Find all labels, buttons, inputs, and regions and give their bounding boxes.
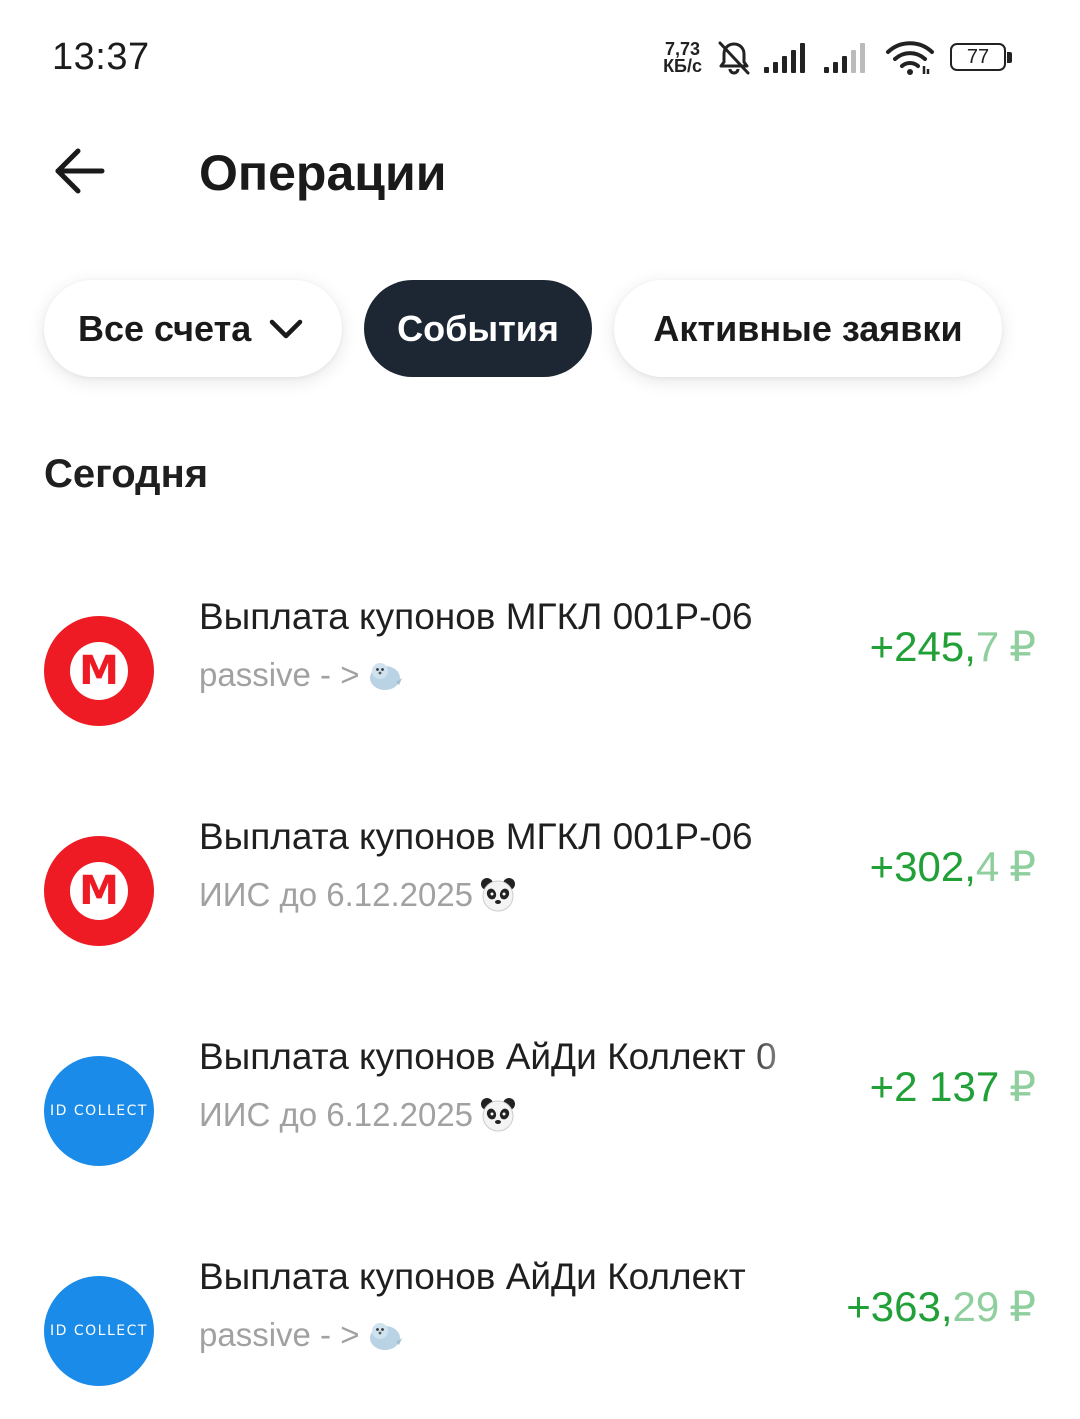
network-speed: 7,73 КБ/с (663, 40, 702, 76)
section-heading-today: Сегодня (44, 452, 209, 496)
operation-row[interactable]: М Выплата купонов МГКЛ 001Р-06 passive -… (0, 596, 1080, 756)
active-orders-filter-chip[interactable]: Активные заявки (614, 280, 1002, 377)
panda-icon (479, 876, 517, 914)
operation-amount: +302,4 ₽ (870, 842, 1036, 891)
operation-title: Выплата купонов АйДи Коллект 0 (199, 1036, 777, 1077)
battery-cap (1007, 52, 1012, 63)
operation-account: ИИС до 6.12.2025 (199, 876, 474, 913)
operation-amount: +363,29 ₽ (846, 1282, 1036, 1331)
accounts-filter-label: Все счета (78, 307, 252, 349)
operation-account: passive - > (199, 656, 360, 693)
active-orders-filter-label: Активные заявки (653, 307, 963, 349)
seal-icon (366, 1316, 404, 1354)
battery-icon: 77 (950, 43, 1012, 73)
filter-chips: Все счета События Активные заявки (44, 280, 1002, 377)
operation-row[interactable]: М Выплата купонов МГКЛ 001Р-06 ИИС до 6.… (0, 816, 1080, 976)
amount-integer: +2 137 (869, 1063, 1000, 1110)
panda-icon (479, 1096, 517, 1134)
status-time: 13:37 (52, 36, 150, 78)
operation-subtitle: ИИС до 6.12.2025 (199, 876, 517, 914)
operation-amount: +2 137 ₽ (870, 1062, 1036, 1111)
amount-integer: +363, (846, 1283, 953, 1330)
status-bar: 13:37 7,73 КБ/с 77 (0, 0, 1080, 118)
operation-title: Выплата купонов АйДи Коллект (199, 1256, 746, 1297)
amount-integer: +302, (869, 843, 976, 890)
operation-subtitle: ИИС до 6.12.2025 (199, 1096, 517, 1134)
signal-icon (764, 41, 814, 75)
arrow-left-icon (52, 147, 106, 200)
operation-row[interactable]: ID COLLECT Выплата купонов АйДи Коллект … (0, 1036, 1080, 1196)
operation-title: Выплата купонов МГКЛ 001Р-06 (199, 816, 753, 857)
amount-currency: ₽ (1009, 843, 1036, 890)
mgkl-logo: М (44, 836, 154, 946)
amount-currency: ₽ (1009, 623, 1036, 670)
idcollect-logo-text: ID COLLECT (50, 1103, 148, 1119)
network-speed-unit: КБ/с (663, 56, 702, 76)
events-filter-label: События (397, 307, 559, 349)
mgkl-logo-mark: М (70, 862, 128, 920)
operation-subtitle: passive - > (199, 1316, 404, 1354)
operation-amount: +245,7 ₽ (870, 622, 1036, 671)
operation-subtitle: passive - > (199, 656, 404, 694)
chevron-down-icon (269, 308, 303, 350)
operation-title: Выплата купонов МГКЛ 001Р-06 (199, 596, 753, 637)
status-icons: 7,73 КБ/с 77 (663, 36, 1012, 80)
page-title: Операции (199, 145, 447, 201)
amount-currency: ₽ (1009, 1283, 1036, 1330)
amount-currency: ₽ (1009, 1063, 1036, 1110)
wifi-icon (884, 40, 936, 76)
mgkl-logo-mark: М (70, 642, 128, 700)
operation-account: passive - > (199, 1316, 360, 1353)
seal-icon (366, 656, 404, 694)
events-filter-chip[interactable]: События (364, 280, 592, 377)
back-button[interactable] (46, 140, 112, 206)
bell-muted-icon (714, 38, 754, 78)
idcollect-logo-text: ID COLLECT (50, 1323, 148, 1339)
idcollect-logo: ID COLLECT (44, 1056, 154, 1166)
battery-level: 77 (950, 43, 1006, 71)
amount-fraction: 4 (975, 843, 1000, 890)
header: Операции (0, 118, 1080, 238)
amount-fraction: 29 (952, 1283, 1000, 1330)
operation-row[interactable]: ID COLLECT Выплата купонов АйДи Коллект … (0, 1256, 1080, 1416)
amount-fraction: 7 (975, 623, 1000, 670)
idcollect-logo: ID COLLECT (44, 1276, 154, 1386)
amount-integer: +245, (869, 623, 976, 670)
operation-account: ИИС до 6.12.2025 (199, 1096, 474, 1133)
signal-weak-icon (824, 41, 874, 75)
mgkl-logo: М (44, 616, 154, 726)
accounts-filter-chip[interactable]: Все счета (44, 280, 342, 377)
